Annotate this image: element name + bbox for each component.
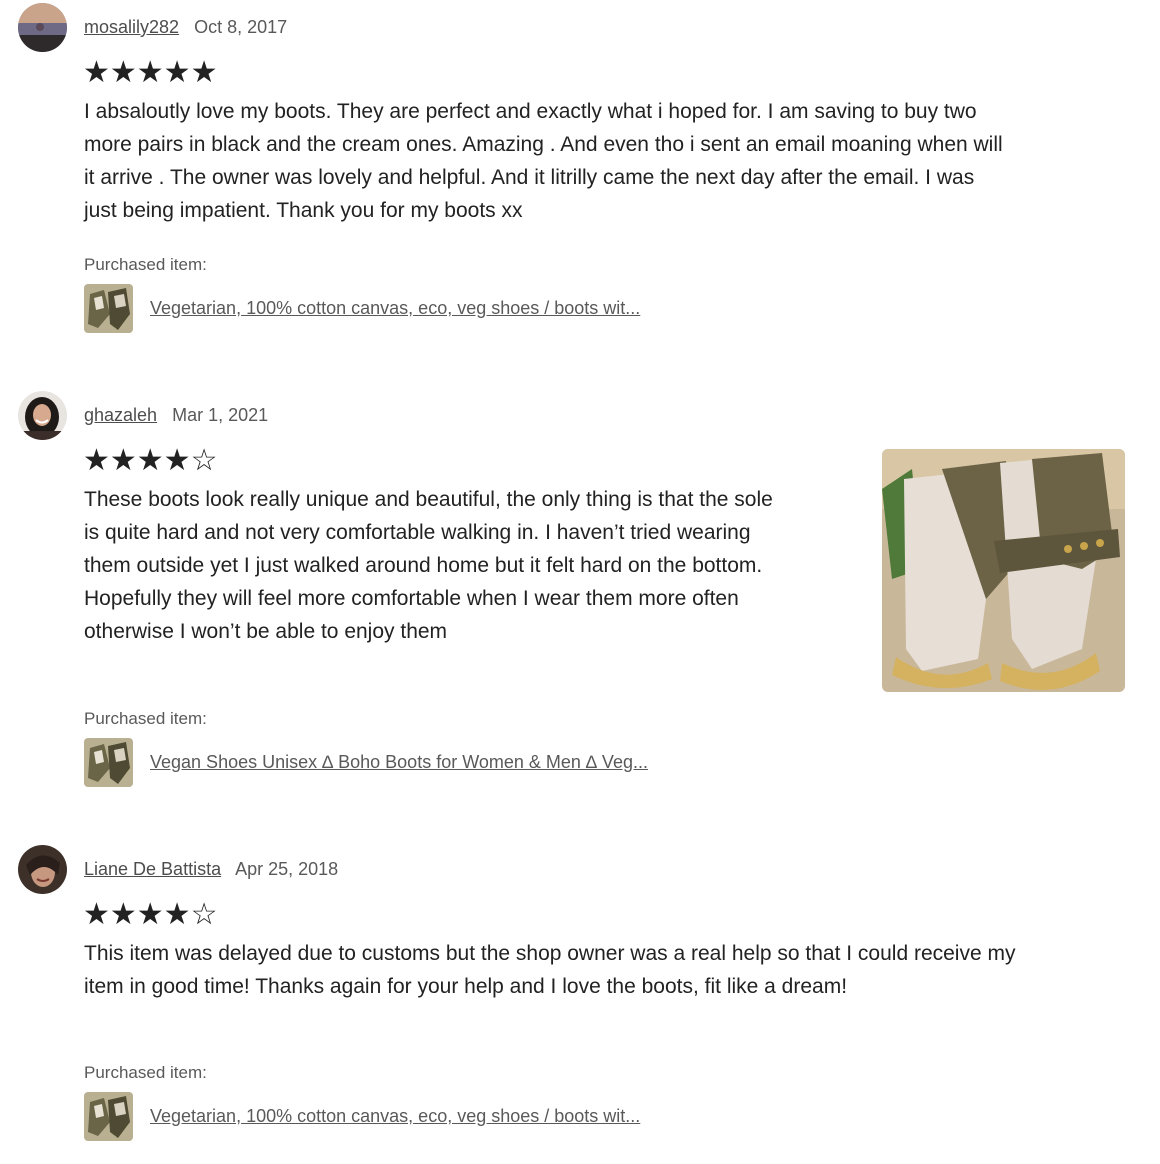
review-text: This item was delayed due to customs but… [84, 942, 1016, 998]
star-rating: ★★★★★ [83, 56, 218, 89]
purchased-item-link[interactable]: Vegan Shoes Unisex ∆ Boho Boots for Wome… [150, 752, 648, 773]
review-text: These boots look really unique and beaut… [84, 488, 773, 643]
purchased-item-link[interactable]: Vegetarian, 100% cotton canvas, eco, veg… [150, 1106, 640, 1127]
item-thumbnail[interactable] [84, 1092, 133, 1141]
avatar[interactable] [18, 845, 67, 894]
avatar[interactable] [18, 3, 67, 52]
review-photo[interactable] [882, 449, 1125, 692]
review-meta: mosalily282 Oct 8, 2017 [84, 17, 287, 38]
purchased-item-link[interactable]: Vegetarian, 100% cotton canvas, eco, veg… [150, 298, 640, 319]
purchased-item-label: Purchased item: [84, 709, 207, 728]
avatar[interactable] [18, 391, 67, 440]
review-date: Oct 8, 2017 [194, 17, 288, 37]
reviewer-name-link[interactable]: Liane De Battista [84, 859, 221, 879]
review-meta: ghazaleh Mar 1, 2021 [84, 405, 268, 426]
review-text: I absaloutly love my boots. They are per… [84, 100, 1003, 222]
star-rating: ★★★★☆ [83, 898, 218, 931]
review-meta: Liane De Battista Apr 25, 2018 [84, 859, 338, 880]
purchased-item-label: Purchased item: [84, 1063, 207, 1082]
reviewer-name-link[interactable]: ghazaleh [84, 405, 157, 425]
star-rating: ★★★★☆ [83, 444, 218, 477]
item-thumbnail[interactable] [84, 284, 133, 333]
purchased-item-label: Purchased item: [84, 255, 207, 274]
reviewer-name-link[interactable]: mosalily282 [84, 17, 179, 37]
item-thumbnail[interactable] [84, 738, 133, 787]
review-date: Mar 1, 2021 [172, 405, 269, 425]
review-date: Apr 25, 2018 [235, 859, 339, 879]
